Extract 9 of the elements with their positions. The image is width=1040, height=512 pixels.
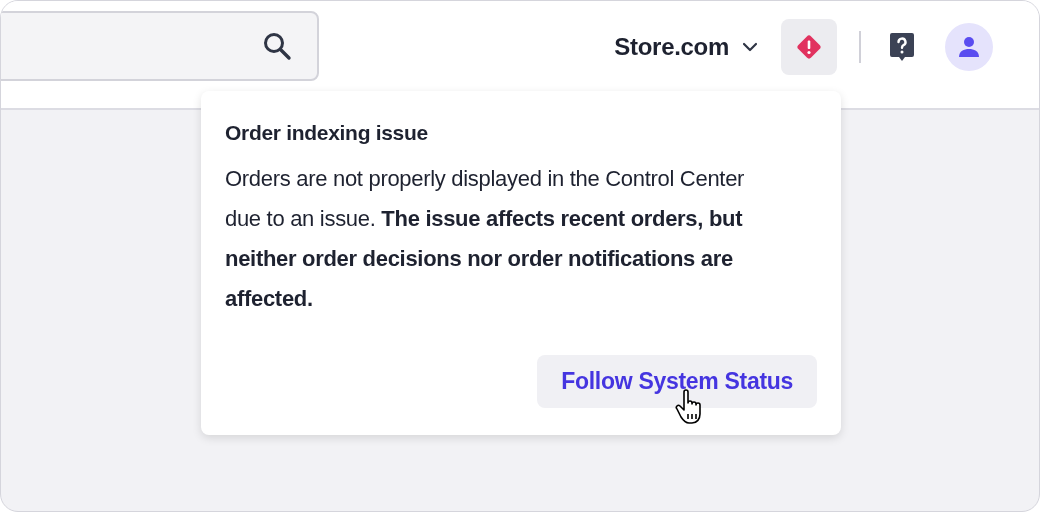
chevron-down-icon: [741, 40, 759, 53]
alert-message: Orders are not properly displayed in the Control Center due to an issue. The issue affects recent orders, but neither order decisions nor order notifications are affected.: [225, 165, 746, 313]
alert-title: Order indexing issue: [225, 121, 429, 145]
avatar-button[interactable]: [945, 22, 993, 71]
store-selector[interactable]: Store.com: [614, 32, 759, 61]
follow-status-button[interactable]: Follow System Status: [537, 355, 817, 408]
alert-button[interactable]: [781, 18, 837, 75]
search-field[interactable]: [1, 10, 319, 81]
help-icon[interactable]: [889, 31, 915, 62]
